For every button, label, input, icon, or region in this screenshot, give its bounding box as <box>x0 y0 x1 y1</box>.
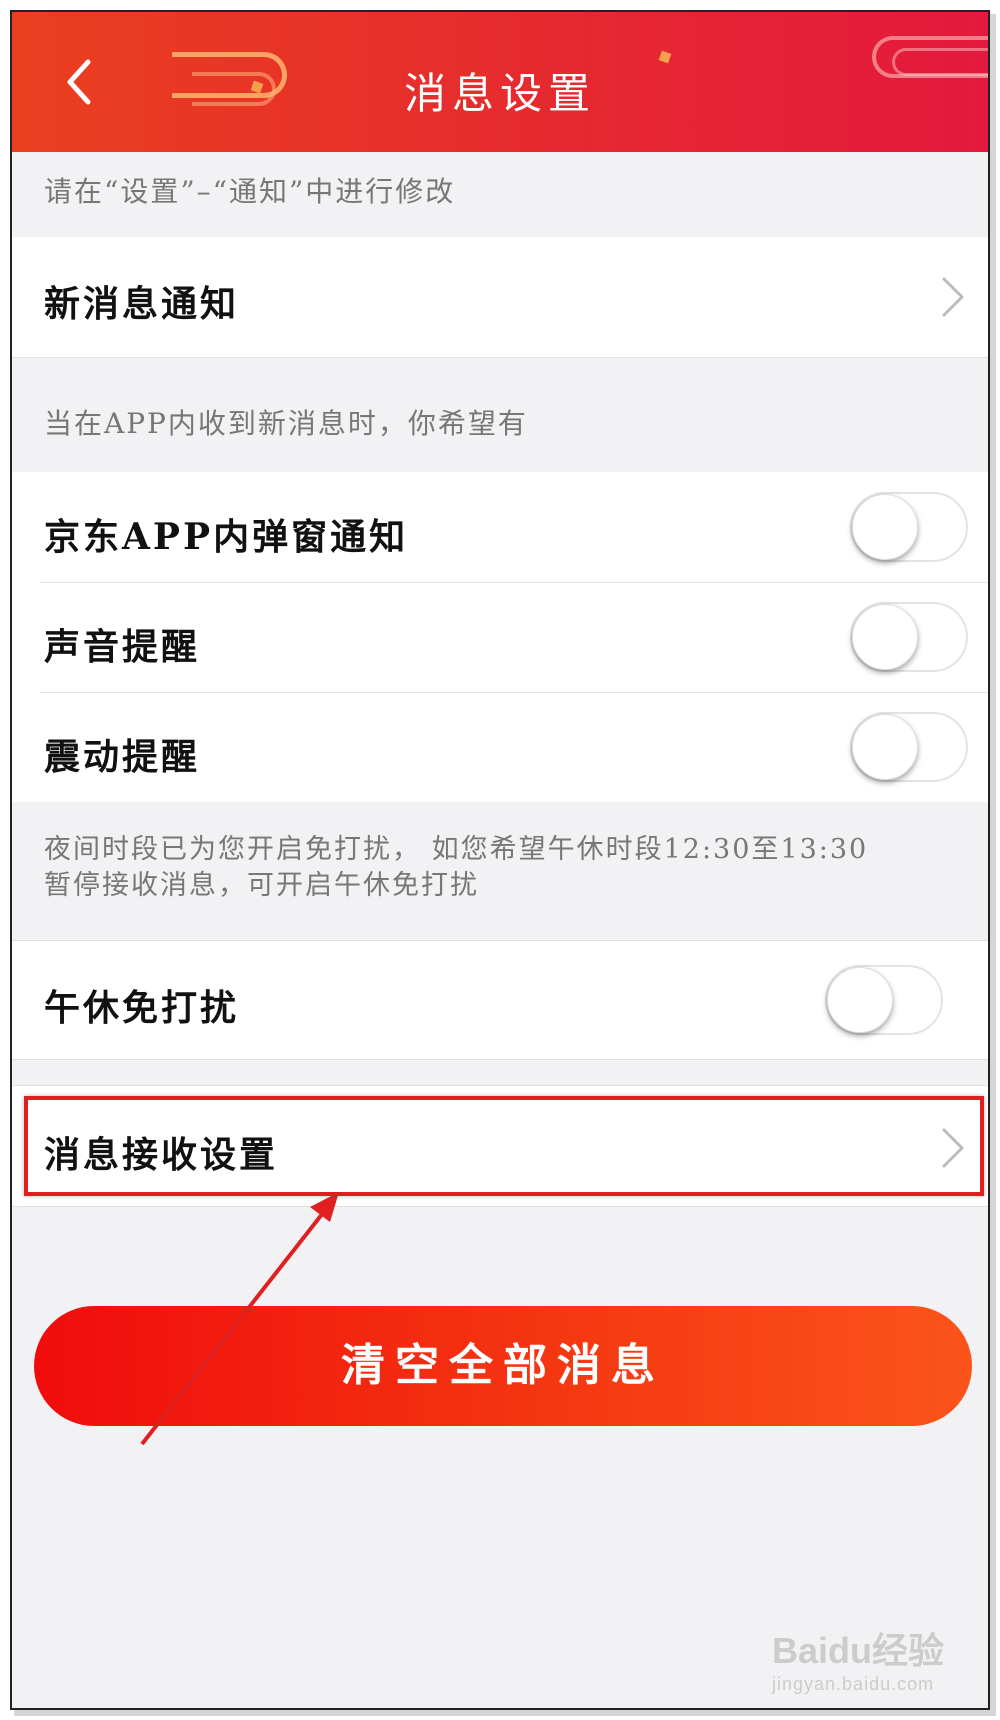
dnd-hint-line2: 暂停接收消息，可开启午休免打扰 <box>44 870 479 901</box>
watermark-sub: jingyan.baidu.com <box>772 1674 935 1694</box>
toggle-knob <box>852 604 918 670</box>
noon-dnd-toggle[interactable] <box>825 965 943 1035</box>
popup-notice-toggle[interactable] <box>850 492 968 562</box>
sound-alert-label: 声音提醒 <box>44 626 201 668</box>
sound-alert-toggle[interactable] <box>850 602 968 672</box>
divider <box>40 582 988 583</box>
new-message-notice-row[interactable]: 新消息通知 <box>12 237 988 357</box>
popup-notice-label: 京东APP内弹窗通知 <box>44 516 409 558</box>
in-app-hint: 当在APP内收到新消息时，你希望有 <box>44 407 528 440</box>
in-app-settings-group: 京东APP内弹窗通知 声音提醒 震动提醒 <box>12 472 988 802</box>
watermark-main: Baidu经验 <box>772 1630 945 1671</box>
noon-dnd-row: 午休免打扰 <box>12 941 988 1059</box>
toggle-knob <box>852 714 918 780</box>
divider <box>12 357 988 358</box>
vibration-alert-toggle[interactable] <box>850 712 968 782</box>
phone-screen: 消息设置 请在“设置”–“通知”中进行修改 新消息通知 当在APP内收到新消息时… <box>10 10 990 1710</box>
dnd-hint-line1: 夜间时段已为您开启免打扰， 如您希望午休时段12:30至13:30 <box>44 834 869 865</box>
chevron-right-icon <box>934 273 970 321</box>
page-title: 消息设置 <box>403 69 596 118</box>
vibration-alert-label: 震动提醒 <box>44 736 201 778</box>
notice-hint: 请在“设置”–“通知”中进行修改 <box>44 175 456 208</box>
toggle-knob <box>852 494 918 560</box>
new-message-notice-label: 新消息通知 <box>44 283 240 325</box>
divider <box>40 692 988 693</box>
divider <box>12 1206 988 1207</box>
nav-header: 消息设置 <box>12 12 988 152</box>
highlight-annotation-box <box>24 1096 984 1196</box>
divider <box>12 1059 988 1060</box>
watermark-logo: Baidu经验 jingyan.baidu.com <box>772 1622 972 1702</box>
toggle-knob <box>827 967 893 1033</box>
clear-all-messages-button[interactable]: 清空全部消息 <box>34 1306 972 1426</box>
noon-dnd-label: 午休免打扰 <box>44 987 240 1029</box>
